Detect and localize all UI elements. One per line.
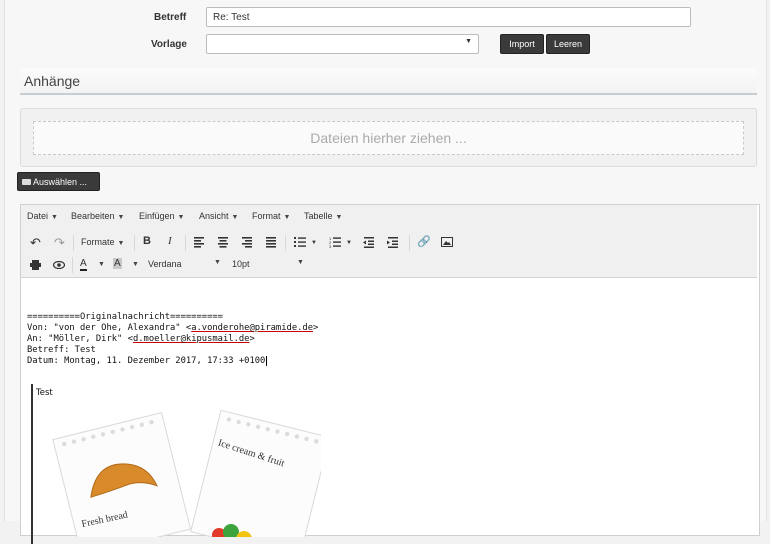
subject-input[interactable]: Re: Test xyxy=(206,7,691,27)
align-left-icon xyxy=(194,237,204,248)
menu-tabelle-label: Tabelle xyxy=(304,211,333,221)
quoted-text: Test xyxy=(36,388,53,398)
toolbar-separator xyxy=(285,235,286,251)
select-files-label: Auswählen ... xyxy=(33,177,88,187)
original-message-separator: ==========Originalnachricht========== xyxy=(27,312,223,322)
caret-down-icon: ▼ xyxy=(231,214,239,221)
subject-label: Betreff xyxy=(154,12,187,23)
list-indent-icons: ▼ 1 2 3 ▼ xyxy=(294,236,398,248)
menu-einfuegen[interactable]: Einfügen ▼ xyxy=(139,211,184,221)
quote-bar xyxy=(31,384,33,544)
rich-text-editor: Datei ▼ Bearbeiten ▼ Einfügen ▼ Ansicht ▼ Fo… xyxy=(20,204,760,544)
caret-down-icon: ▼ xyxy=(283,214,291,221)
align-center-icon xyxy=(218,237,228,248)
editor-content[interactable]: ==========Originalnachricht========== Vo… xyxy=(21,277,757,544)
font-size-select[interactable]: 10pt ▼ xyxy=(232,259,304,269)
bullet-list-icon xyxy=(294,237,306,247)
toolbar-separator xyxy=(185,235,186,251)
align-justify-icon xyxy=(266,237,276,248)
folder-open-icon xyxy=(22,179,31,185)
caret-down-icon: ▼ xyxy=(214,259,221,266)
from-suffix: > xyxy=(313,323,319,333)
font-family-select[interactable]: Verdana ▼ xyxy=(148,259,221,269)
alignment-icons xyxy=(194,237,276,248)
quoted-image: Fresh bread Ice cream & fruit xyxy=(52,409,321,537)
menu-ansicht[interactable]: Ansicht ▼ xyxy=(199,211,238,221)
caret-down-icon: ▼ xyxy=(117,240,125,247)
bold-icon[interactable]: B xyxy=(143,235,151,247)
template-label: Vorlage xyxy=(151,39,187,50)
print-icon[interactable] xyxy=(30,260,41,270)
attachments-dropzone[interactable]: Dateien hierher ziehen ... xyxy=(33,121,744,155)
from-line: Von: "von der Ohe, Alexandra" <a.vondero… xyxy=(27,323,318,333)
formats-label: Formate xyxy=(81,237,115,247)
link-icon[interactable]: 🔗 xyxy=(417,235,431,248)
chevron-down-icon: ▼ xyxy=(465,38,472,45)
date-text: Datum: Montag, 11. Dezember 2017, 17:33 … xyxy=(27,356,266,366)
italic-icon[interactable]: I xyxy=(168,235,172,247)
toolbar-separator xyxy=(409,235,410,251)
template-select[interactable]: ▼ xyxy=(206,34,479,54)
menu-einfuegen-label: Einfügen xyxy=(139,211,175,221)
menu-datei-label: Datei xyxy=(27,211,49,221)
menu-format-label: Format xyxy=(252,211,281,221)
to-prefix: An: "Möller, Dirk" < xyxy=(27,334,133,344)
caret-down-icon: ▼ xyxy=(335,214,343,221)
clear-button[interactable]: Leeren xyxy=(546,34,590,54)
editor-toolbar: Datei ▼ Bearbeiten ▼ Einfügen ▼ Ansicht ▼ Fo… xyxy=(21,205,757,278)
caret-down-icon: ▼ xyxy=(177,214,185,221)
image-icon[interactable] xyxy=(441,237,453,247)
to-line: An: "Möller, Dirk" <d.moeller@kipusmail.… xyxy=(27,334,255,344)
attachments-heading: Anhänge xyxy=(20,68,757,95)
preview-eye-icon[interactable] xyxy=(53,261,65,269)
text-cursor xyxy=(266,356,268,366)
numbered-list-icon: 1 2 3 xyxy=(329,236,341,248)
toolbar-separator xyxy=(73,235,74,251)
svg-text:▼: ▼ xyxy=(311,240,317,246)
menu-bearbeiten-label: Bearbeiten xyxy=(71,211,115,221)
menu-tabelle[interactable]: Tabelle ▼ xyxy=(304,211,342,221)
menu-ansicht-label: Ansicht xyxy=(199,211,229,221)
date-line: Datum: Montag, 11. Dezember 2017, 17:33 … xyxy=(27,356,268,366)
background-color-icon[interactable]: A xyxy=(113,258,122,269)
caret-down-icon[interactable]: ▼ xyxy=(98,261,105,268)
menu-bearbeiten[interactable]: Bearbeiten ▼ xyxy=(71,211,124,221)
svg-text:3: 3 xyxy=(329,244,332,248)
outdent-icon xyxy=(363,237,374,248)
to-email: d.moeller@kipusmail.de xyxy=(132,334,250,344)
undo-icon[interactable]: ↶ xyxy=(30,235,41,251)
indent-icon xyxy=(387,237,398,248)
text-color-icon[interactable]: A xyxy=(80,258,87,271)
attachments-dropzone-wrapper: Dateien hierher ziehen ... xyxy=(20,108,757,167)
to-suffix: > xyxy=(249,334,255,344)
subject-line: Betreff: Test xyxy=(27,345,96,355)
select-files-button[interactable]: Auswählen ... xyxy=(17,172,100,191)
mail-compose-panel: Betreff Re: Test Vorlage ▼ Import Leeren… xyxy=(4,0,767,544)
align-right-icon xyxy=(242,237,252,248)
icecream-card xyxy=(190,409,321,537)
toolbar-separator xyxy=(72,257,73,273)
caret-down-icon[interactable]: ▼ xyxy=(132,261,139,268)
formats-dropdown[interactable]: Formate ▼ xyxy=(81,237,124,247)
caret-down-icon: ▼ xyxy=(117,214,125,221)
svg-text:▼: ▼ xyxy=(346,240,352,246)
menu-format[interactable]: Format ▼ xyxy=(252,211,290,221)
font-size-value: 10pt xyxy=(232,259,250,269)
import-button[interactable]: Import xyxy=(500,34,544,54)
caret-down-icon: ▼ xyxy=(297,259,304,266)
from-prefix: Von: "von der Ohe, Alexandra" < xyxy=(27,323,192,333)
font-family-value: Verdana xyxy=(148,259,182,269)
toolbar-separator xyxy=(134,235,135,251)
caret-down-icon: ▼ xyxy=(51,214,58,221)
redo-icon[interactable]: ↷ xyxy=(54,235,65,251)
from-email: a.vonderohe@piramide.de xyxy=(191,323,313,333)
menu-datei[interactable]: Datei ▼ xyxy=(27,211,58,221)
